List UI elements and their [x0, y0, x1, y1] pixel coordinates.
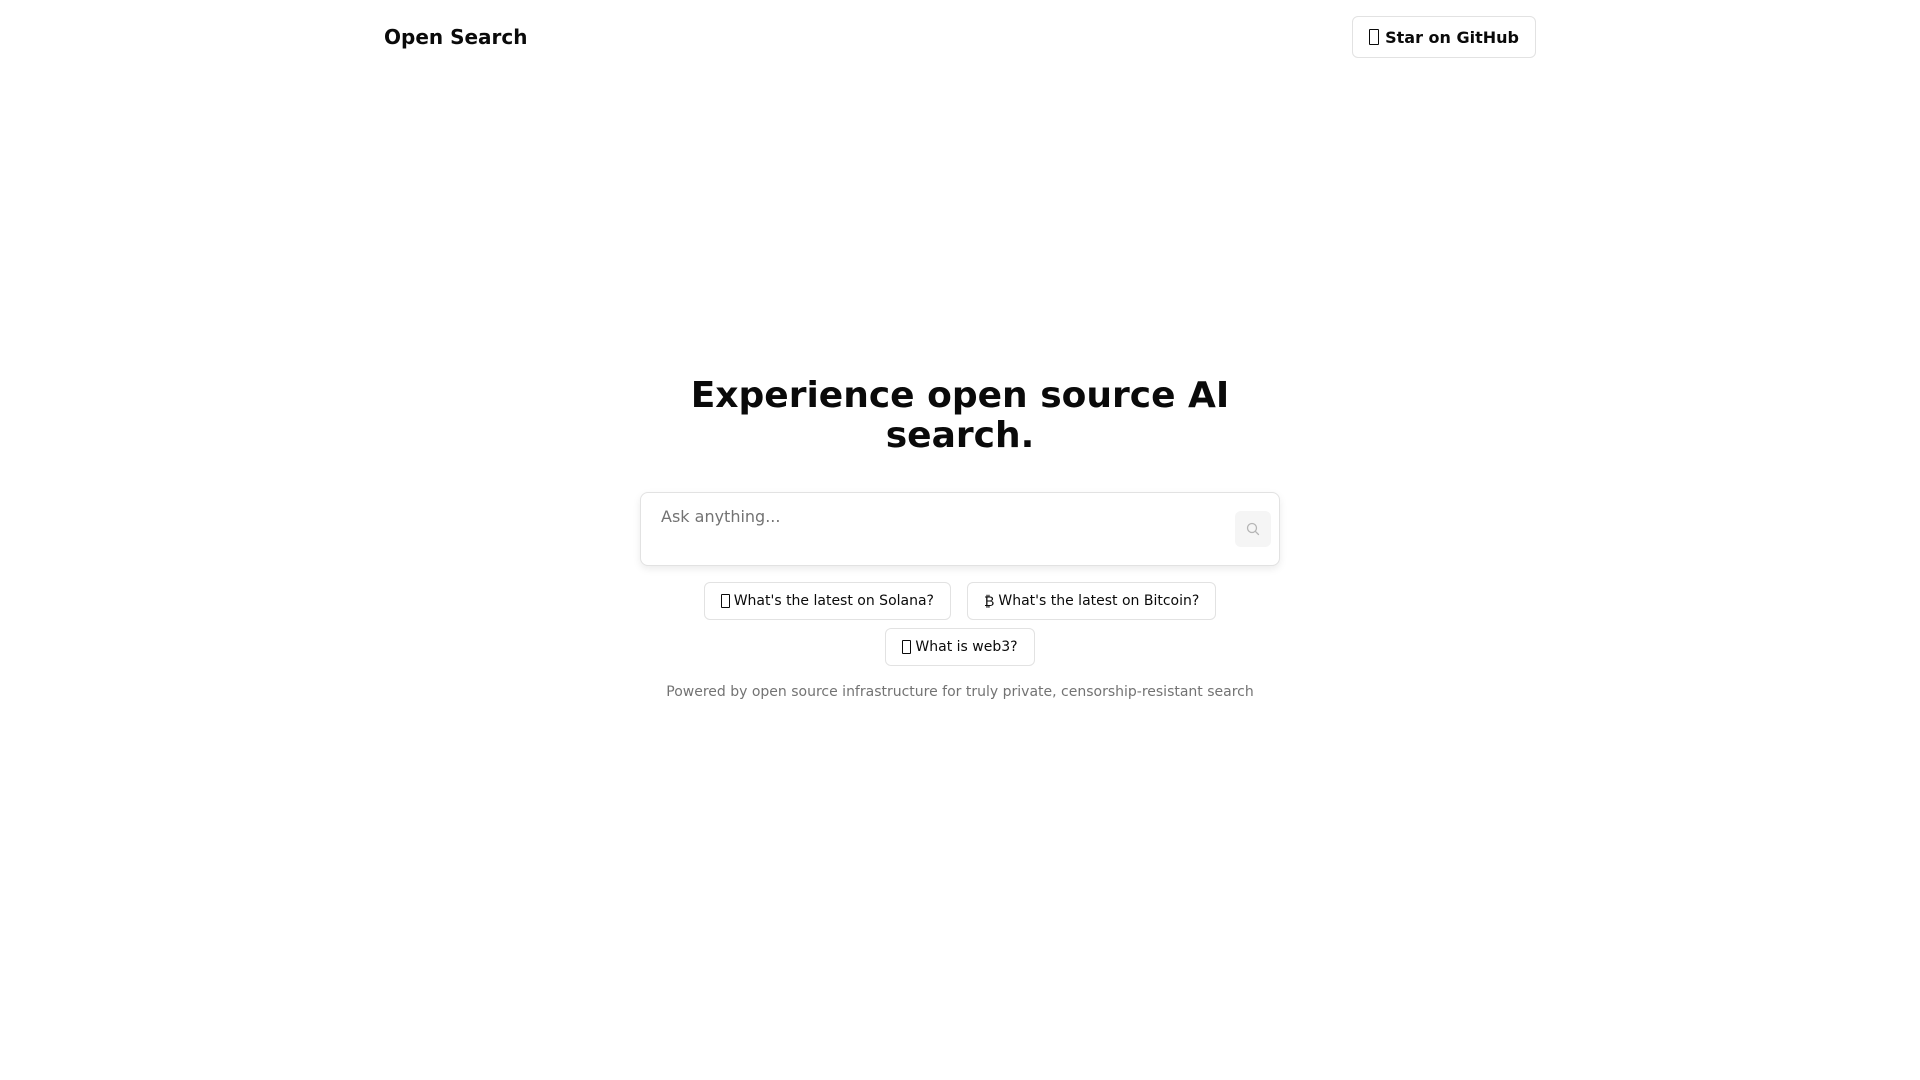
solana-icon: [720, 594, 730, 608]
bitcoin-icon: ₿: [984, 593, 995, 610]
suggestion-label: What is web3?: [915, 639, 1018, 655]
search-submit-button[interactable]: [1235, 511, 1271, 547]
suggestion-label: What's the latest on Solana?: [733, 593, 934, 609]
brand-logo-text[interactable]: Open Search: [384, 25, 528, 49]
powered-by-note: Powered by open source infrastructure fo…: [666, 684, 1254, 700]
search-input[interactable]: [641, 493, 1201, 567]
suggestion-label: What's the latest on Bitcoin?: [998, 593, 1200, 609]
suggestion-bitcoin[interactable]: ₿ What's the latest on Bitcoin?: [967, 582, 1217, 620]
hero-section: Experience open source AI search. What's…: [0, 376, 1920, 700]
site-header: Open Search Star on GitHub: [384, 0, 1536, 74]
search-icon: [1246, 522, 1260, 536]
search-box: [640, 492, 1280, 567]
star-on-github-button[interactable]: Star on GitHub: [1352, 16, 1536, 58]
web3-icon: [902, 640, 912, 654]
page-title: Experience open source AI search.: [690, 375, 1230, 456]
suggestion-list: What's the latest on Solana? ₿ What's th…: [640, 582, 1280, 666]
github-icon: [1369, 29, 1380, 45]
suggestion-web3[interactable]: What is web3?: [885, 628, 1035, 666]
star-on-github-label: Star on GitHub: [1385, 27, 1519, 47]
suggestion-solana[interactable]: What's the latest on Solana?: [703, 582, 951, 620]
